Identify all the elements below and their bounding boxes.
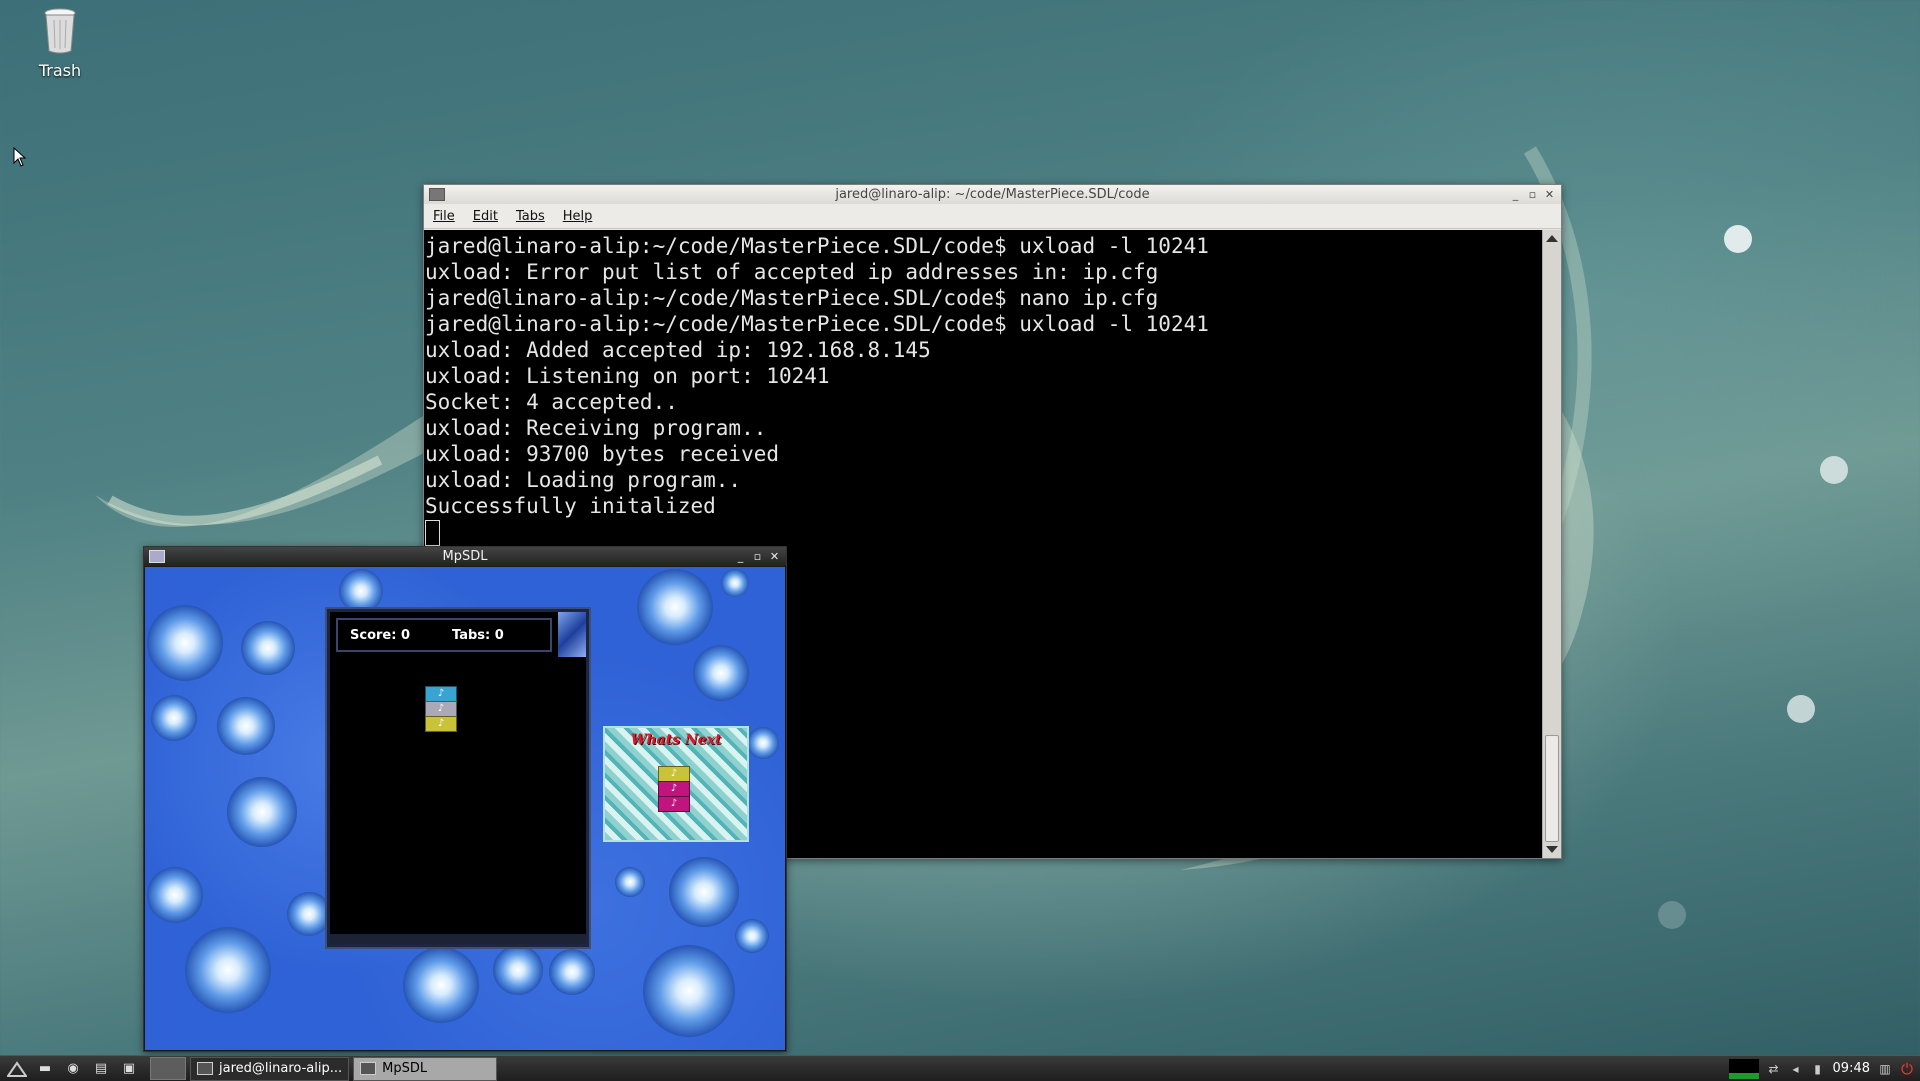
score-text: Score: 0 xyxy=(350,627,410,643)
network-icon[interactable]: ⇄ xyxy=(1767,1062,1781,1076)
terminal-line: uxload: 93700 bytes received xyxy=(425,442,780,466)
scroll-up-icon[interactable] xyxy=(1546,235,1558,242)
mpsdl-task-icon xyxy=(360,1062,377,1075)
wallpaper-dot xyxy=(1724,225,1752,253)
game-board[interactable]: Score: 0 Tabs: 0 ♪ ♪ ♪ xyxy=(327,609,589,947)
menu-help[interactable]: Help xyxy=(554,209,602,224)
minimize-button[interactable]: _ xyxy=(1510,189,1521,200)
clock[interactable]: 09:48 xyxy=(1833,1061,1870,1076)
terminal-window-icon xyxy=(429,188,445,201)
game-canvas[interactable]: Score: 0 Tabs: 0 ♪ ♪ ♪ Whats Next ♪ ♪ ♪ xyxy=(145,567,785,1050)
bubble-graphic xyxy=(693,645,749,701)
bubble-graphic xyxy=(637,569,713,645)
bubble-graphic xyxy=(227,777,297,847)
menu-edit[interactable]: Edit xyxy=(464,209,507,224)
menu-tabs[interactable]: Tabs xyxy=(507,209,554,224)
bubble-graphic xyxy=(493,945,543,995)
terminal-launcher-icon[interactable]: ▣ xyxy=(118,1060,140,1078)
bubble-graphic xyxy=(747,727,779,759)
terminal-line: uxload: Error put list of accepted ip ad… xyxy=(425,260,1159,284)
tabs-text: Tabs: 0 xyxy=(452,627,504,643)
wallpaper-dot xyxy=(1658,901,1686,929)
bubble-graphic xyxy=(339,569,383,613)
bubble-graphic xyxy=(403,947,479,1023)
mouse-cursor-icon xyxy=(13,147,27,167)
taskbar-item-mpsdl[interactable]: MpSDL xyxy=(353,1056,498,1081)
bubble-graphic xyxy=(147,867,203,923)
next-piece-panel: Whats Next ♪ ♪ ♪ xyxy=(603,726,749,842)
bubble-graphic xyxy=(735,919,769,953)
bubble-graphic xyxy=(151,695,197,741)
volume-icon[interactable]: ◂ xyxy=(1789,1062,1803,1076)
terminal-line: jared@linaro-alip:~/code/MasterPiece.SDL… xyxy=(425,312,1209,336)
browser-launcher-icon[interactable]: ◉ xyxy=(62,1060,84,1078)
workspace-switcher[interactable] xyxy=(150,1057,186,1080)
system-tray: ⇄ ◂ ▮ 09:48 ▥ ⏻ xyxy=(1728,1058,1914,1079)
terminal-line: uxload: Loading program.. xyxy=(425,468,742,492)
minimize-button[interactable]: _ xyxy=(735,551,746,562)
falling-block-cyan: ♪ xyxy=(425,686,457,702)
menu-file[interactable]: File xyxy=(424,209,464,224)
trash-desktop-icon[interactable]: Trash xyxy=(22,8,98,80)
next-block-magenta: ♪ xyxy=(658,781,690,797)
bubble-graphic xyxy=(615,867,645,897)
taskbar-item-label: jared@linaro-alip... xyxy=(219,1061,343,1076)
maximize-button[interactable]: ▫ xyxy=(1527,189,1538,200)
bubble-graphic xyxy=(287,892,331,936)
bubble-graphic xyxy=(721,569,749,597)
trash-icon xyxy=(44,8,76,54)
terminal-line: Socket: 4 accepted.. xyxy=(425,390,678,414)
terminal-line: uxload: Listening on port: 10241 xyxy=(425,364,830,388)
mpsdl-window[interactable]: MpSDL _ ▫ ✕ Score: 0 Tabs: 0 ♪ ♪ ♪ Whats… xyxy=(143,546,787,1052)
signal-icon[interactable]: ▮ xyxy=(1811,1062,1825,1076)
next-block-yellow: ♪ xyxy=(658,766,690,782)
bubble-graphic xyxy=(549,949,595,995)
bubble-graphic xyxy=(241,621,295,675)
bubble-graphic xyxy=(217,697,275,755)
mpsdl-titlebar[interactable]: MpSDL _ ▫ ✕ xyxy=(144,547,786,566)
close-button[interactable]: ✕ xyxy=(1544,189,1555,200)
board-decoration xyxy=(558,612,586,657)
terminal-line: uxload: Added accepted ip: 192.168.8.145 xyxy=(425,338,931,362)
score-panel: Score: 0 Tabs: 0 xyxy=(336,618,552,652)
falling-block-silver: ♪ xyxy=(425,701,457,717)
board-floor xyxy=(330,934,586,944)
falling-block-yellow: ♪ xyxy=(425,716,457,732)
taskbar-item-label: MpSDL xyxy=(382,1061,428,1076)
start-menu-icon[interactable] xyxy=(6,1060,28,1078)
bubble-graphic xyxy=(669,857,739,927)
taskbar-item-terminal[interactable]: jared@linaro-alip... xyxy=(190,1056,350,1081)
show-desktop-icon[interactable]: ▬ xyxy=(34,1060,56,1078)
power-icon[interactable]: ⏻ xyxy=(1900,1061,1914,1076)
terminal-line: uxload: Receiving program.. xyxy=(425,416,767,440)
bubble-graphic xyxy=(185,927,271,1013)
terminal-task-icon xyxy=(197,1062,213,1075)
scroll-down-icon[interactable] xyxy=(1546,846,1558,853)
bubble-graphic xyxy=(147,605,223,681)
close-button[interactable]: ✕ xyxy=(769,551,780,562)
mpsdl-window-icon xyxy=(149,550,165,563)
terminal-line: jared@linaro-alip:~/code/MasterPiece.SDL… xyxy=(425,286,1159,310)
mpsdl-title: MpSDL xyxy=(442,549,488,564)
file-manager-icon[interactable]: ▤ xyxy=(90,1060,112,1078)
terminal-cursor xyxy=(425,520,440,546)
cpu-monitor[interactable] xyxy=(1728,1058,1759,1079)
trash-label: Trash xyxy=(38,61,82,80)
terminal-title: jared@linaro-alip: ~/code/MasterPiece.SD… xyxy=(835,187,1150,202)
bubble-graphic xyxy=(643,945,735,1037)
terminal-line: jared@linaro-alip:~/code/MasterPiece.SDL… xyxy=(425,234,1209,258)
terminal-titlebar[interactable]: jared@linaro-alip: ~/code/MasterPiece.SD… xyxy=(424,185,1561,204)
terminal-menubar: File Edit Tabs Help xyxy=(424,204,1561,229)
next-block-magenta: ♪ xyxy=(658,796,690,812)
wallpaper-dot xyxy=(1820,456,1848,484)
terminal-scrollbar[interactable] xyxy=(1542,230,1561,858)
terminal-line: Successfully initalized xyxy=(425,494,716,518)
screen-lock-icon[interactable]: ▥ xyxy=(1878,1062,1892,1076)
scrollbar-thumb[interactable] xyxy=(1545,735,1559,842)
wallpaper-dot xyxy=(1787,695,1815,723)
maximize-button[interactable]: ▫ xyxy=(752,551,763,562)
next-piece-title: Whats Next xyxy=(630,732,722,748)
taskbar: ▬ ◉ ▤ ▣ jared@linaro-alip... MpSDL ⇄ ◂ ▮… xyxy=(0,1055,1920,1081)
